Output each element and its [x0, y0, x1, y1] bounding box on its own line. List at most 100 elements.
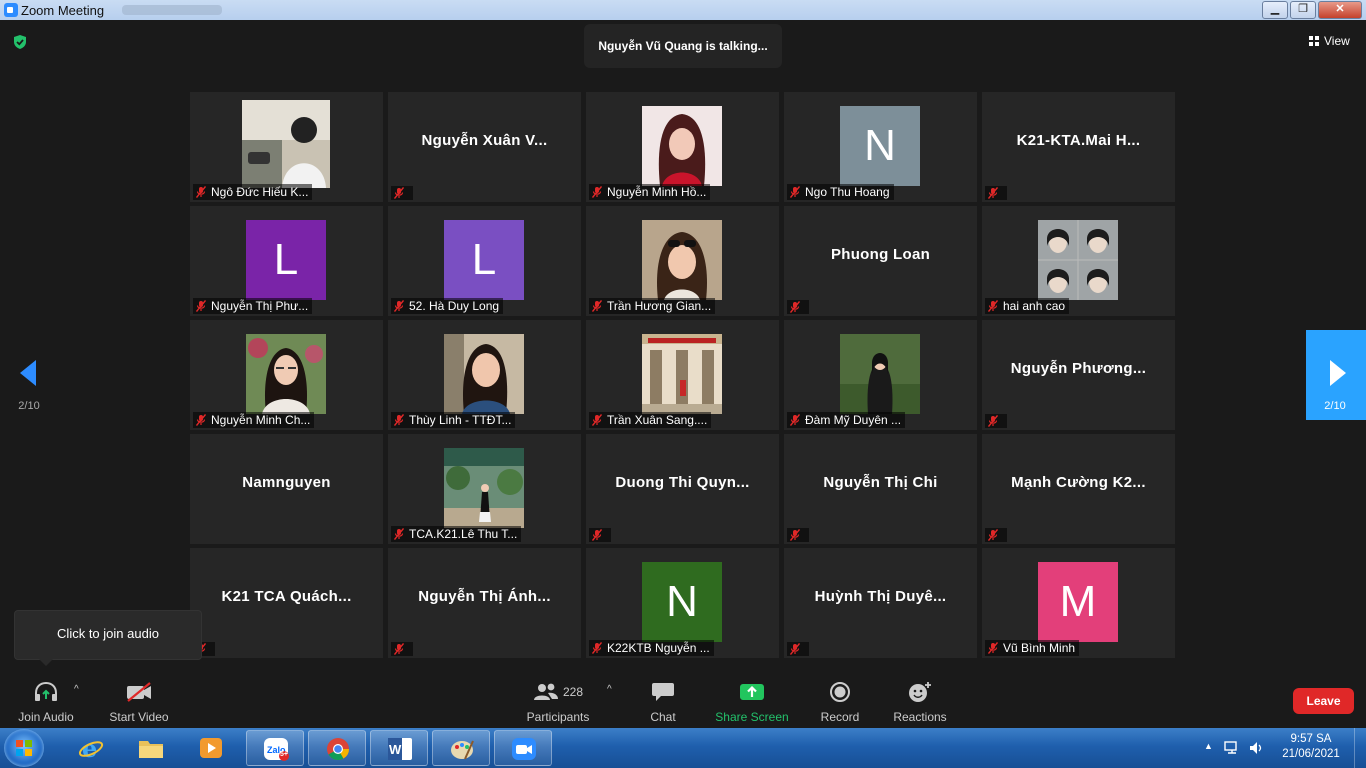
participants-count: 228: [562, 685, 584, 699]
participant-name: Ngo Thu Hoang: [805, 185, 890, 199]
windows-taskbar: e Zalo 5+ W ▲ 9:57 SA 21/06/2021: [0, 728, 1366, 768]
participant-name: TCA.K21.Lê Thu T...: [409, 527, 518, 541]
participants-label: Participants: [526, 710, 590, 724]
leave-button[interactable]: Leave: [1293, 688, 1354, 714]
record-button[interactable]: Record: [815, 680, 865, 724]
restore-button[interactable]: ❐: [1290, 1, 1316, 19]
start-video-label: Start Video: [109, 710, 169, 724]
participant-tile[interactable]: Nguyễn Minh Hồ...: [586, 92, 779, 202]
taskbar-word[interactable]: W: [370, 730, 428, 766]
participant-photo: [444, 334, 524, 414]
participant-photo: [444, 448, 524, 528]
participant-name-label: [985, 414, 1007, 428]
taskbar-paint[interactable]: [432, 730, 490, 766]
meeting-area: Nguyễn Vũ Quang is talking... View 2/10 …: [0, 20, 1366, 676]
zoom-app-icon: [4, 3, 18, 17]
participant-display-name: Nguyễn Thị Chi: [823, 473, 938, 491]
taskbar-chrome[interactable]: [308, 730, 366, 766]
record-label: Record: [820, 710, 860, 724]
participant-tile[interactable]: Phuong Loan: [784, 206, 977, 316]
volume-icon[interactable]: [1248, 740, 1264, 756]
participant-name-label: [985, 528, 1007, 542]
mic-muted-icon: [394, 643, 404, 655]
internet-explorer-icon: e: [78, 736, 104, 760]
participant-tile[interactable]: Nguyễn Thị Ánh...: [388, 548, 581, 658]
participants-caret-icon[interactable]: ^: [607, 684, 612, 695]
participant-tile[interactable]: N Ngo Thu Hoang: [784, 92, 977, 202]
previous-page-button[interactable]: 2/10: [0, 330, 58, 420]
taskbar-zalo[interactable]: Zalo 5+: [246, 730, 304, 766]
join-audio-button[interactable]: Join Audio: [10, 680, 82, 724]
participants-button[interactable]: 228 Participants: [522, 680, 594, 724]
mic-muted-icon: [592, 300, 602, 312]
zoom-icon: [512, 738, 536, 760]
minimize-button[interactable]: ▁: [1262, 1, 1288, 19]
mic-muted-icon: [394, 528, 404, 540]
network-icon[interactable]: [1224, 740, 1240, 756]
participant-tile[interactable]: K21-KTA.Mai H...: [982, 92, 1175, 202]
participant-name-label: 52. Hà Duy Long: [391, 298, 504, 314]
participant-tile[interactable]: Mạnh Cường K2...: [982, 434, 1175, 544]
participant-tile[interactable]: Trần Hương Gian...: [586, 206, 779, 316]
participant-tile[interactable]: Ngô Đức Hiếu K...: [190, 92, 383, 202]
participant-tile[interactable]: TCA.K21.Lê Thu T...: [388, 434, 581, 544]
participant-tile[interactable]: N K22KTB Nguyễn ...: [586, 548, 779, 658]
shield-icon[interactable]: [12, 34, 28, 50]
participant-avatar: L: [444, 220, 524, 300]
participant-tile[interactable]: hai anh cao: [982, 206, 1175, 316]
participant-name: Nguyễn Thị Phư...: [211, 299, 309, 313]
taskbar-media-player[interactable]: [182, 730, 240, 766]
participant-name: Trần Xuân Sang....: [607, 413, 708, 427]
participant-avatar: N: [840, 106, 920, 186]
mic-muted-icon: [196, 300, 206, 312]
share-screen-label: Share Screen: [715, 710, 789, 724]
taskbar-zoom[interactable]: [494, 730, 552, 766]
mic-muted-icon: [394, 300, 404, 312]
start-video-button[interactable]: Start Video: [104, 680, 174, 724]
taskbar-clock[interactable]: 9:57 SA 21/06/2021: [1276, 732, 1346, 762]
participant-display-name: K21 TCA Quách...: [221, 587, 352, 605]
participant-tile[interactable]: Nguyễn Minh Ch...: [190, 320, 383, 430]
participant-tile[interactable]: Nguyễn Xuân V...: [388, 92, 581, 202]
participant-name-label: Nguyễn Thị Phư...: [193, 298, 313, 314]
participant-tile[interactable]: Duong Thi Quyn...: [586, 434, 779, 544]
reactions-button[interactable]: Reactions: [890, 680, 950, 724]
participant-tile[interactable]: L Nguyễn Thị Phư...: [190, 206, 383, 316]
participant-tile[interactable]: Huỳnh Thị Duyê...: [784, 548, 977, 658]
participant-tile[interactable]: M Vũ Bình Minh: [982, 548, 1175, 658]
tray-expand-icon[interactable]: ▲: [1204, 741, 1213, 751]
participant-tile[interactable]: Namnguyen: [190, 434, 383, 544]
participant-name-label: [787, 300, 809, 314]
participant-display-name: Nguyễn Phương...: [1010, 359, 1147, 377]
participant-tile[interactable]: Trần Xuân Sang....: [586, 320, 779, 430]
show-desktop-button[interactable]: [1354, 728, 1366, 768]
chat-button[interactable]: Chat: [640, 680, 686, 724]
view-button[interactable]: View: [1309, 34, 1350, 48]
join-audio-label: Join Audio: [18, 710, 74, 724]
svg-text:W: W: [389, 742, 402, 757]
folder-icon: [139, 741, 163, 758]
participant-name: Đàm Mỹ Duyên ...: [805, 413, 902, 427]
participant-name-label: [787, 642, 809, 656]
participant-tile[interactable]: K21 TCA Quách...: [190, 548, 383, 658]
participant-tile[interactable]: L 52. Hà Duy Long: [388, 206, 581, 316]
share-screen-button[interactable]: Share Screen: [712, 680, 792, 724]
participant-name-label: K22KTB Nguyễn ...: [589, 640, 714, 656]
participant-tile[interactable]: Thùy Linh - TTĐT...: [388, 320, 581, 430]
participant-avatar: N: [642, 562, 722, 642]
participant-tile[interactable]: Nguyễn Thị Chi: [784, 434, 977, 544]
participant-name: Ngô Đức Hiếu K...: [211, 185, 309, 199]
next-page-button[interactable]: 2/10: [1306, 330, 1366, 420]
mic-muted-icon: [394, 187, 404, 199]
participant-name: Vũ Bình Minh: [1003, 641, 1076, 655]
mic-muted-icon: [988, 187, 998, 199]
taskbar-file-explorer[interactable]: [122, 730, 180, 766]
close-button[interactable]: ✕: [1318, 1, 1362, 19]
participant-tile[interactable]: Nguyễn Phương...: [982, 320, 1175, 430]
participant-tile[interactable]: Đàm Mỹ Duyên ...: [784, 320, 977, 430]
record-icon: [830, 682, 850, 702]
audio-options-caret-icon[interactable]: ^: [74, 684, 79, 695]
participant-name-label: TCA.K21.Lê Thu T...: [391, 526, 522, 542]
start-button[interactable]: [4, 729, 44, 767]
taskbar-internet-explorer[interactable]: e: [62, 730, 120, 766]
